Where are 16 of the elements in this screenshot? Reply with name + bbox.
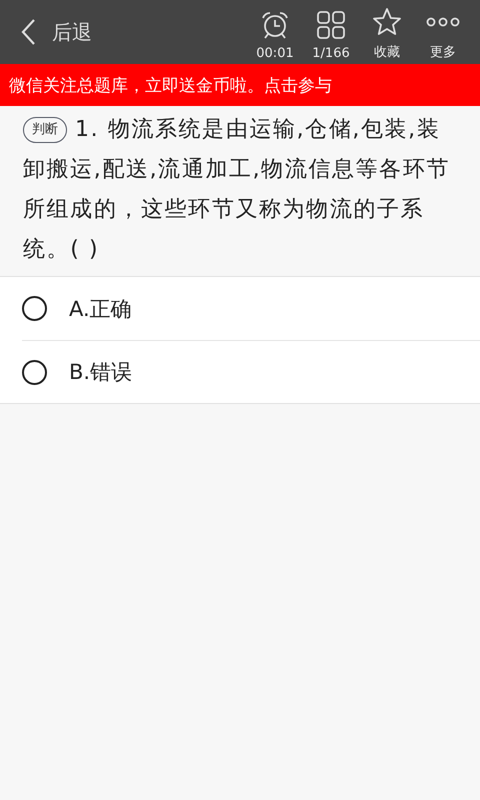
back-button[interactable]: 后退: [20, 18, 92, 46]
promo-banner[interactable]: 微信关注总题库，立即送金币啦。点击参与: [0, 64, 480, 106]
question-text: 判断 1. 物流系统是由运输,仓储,包装,装卸搬运,配送,流通加工,物流信息等各环节所组成的，这些环节又称为物流的子系统。( ): [22, 116, 451, 264]
toolbar-button[interactable]: 00:01: [250, 6, 300, 61]
answer-option[interactable]: A.正确: [22, 277, 480, 340]
radio-button[interactable]: [22, 360, 47, 384]
toolbar-button[interactable]: 收藏: [362, 3, 412, 61]
back-chevron-icon: [20, 18, 36, 46]
toolbar-button[interactable]: 1/166: [306, 6, 356, 61]
toolbar-button[interactable]: 更多: [418, 3, 468, 61]
alarm-clock-icon: [260, 10, 290, 40]
answer-option[interactable]: B.错误: [22, 340, 480, 403]
question-type-tag: 判断: [23, 116, 67, 143]
grid-icon: [316, 10, 346, 40]
radio-button[interactable]: [22, 296, 47, 321]
star-icon: [372, 7, 402, 37]
